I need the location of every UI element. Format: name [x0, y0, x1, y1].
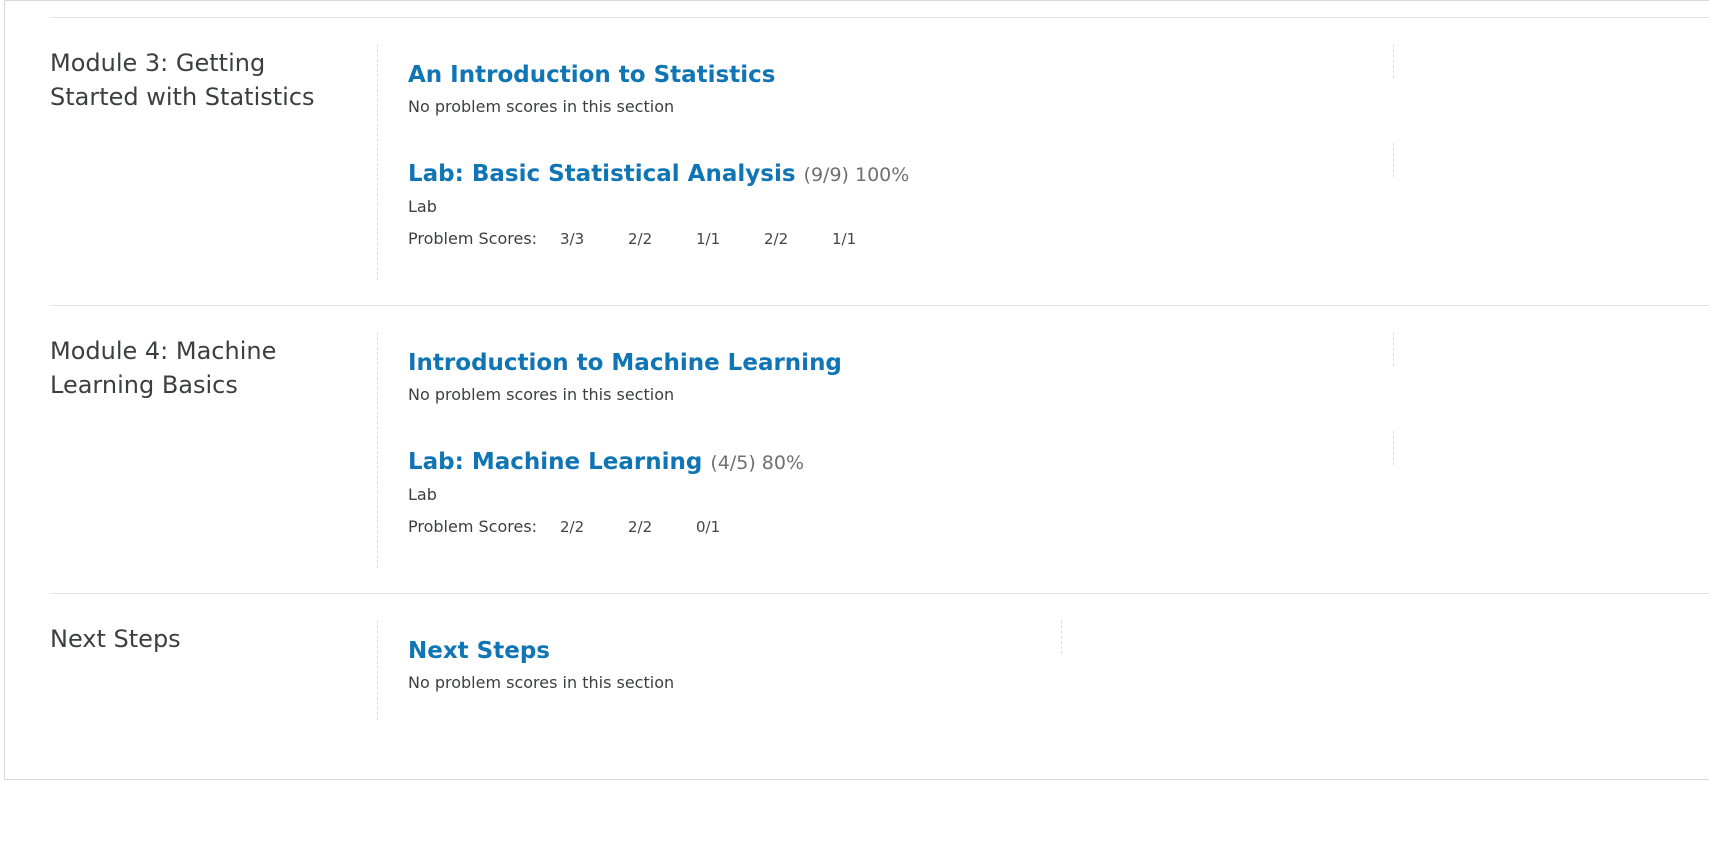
chapter-module-3: Module 3: Getting Started with Statistic… — [50, 17, 1709, 306]
section-link[interactable]: Lab: Basic Statistical Analysis — [408, 161, 796, 187]
section-divider — [1393, 332, 1394, 366]
problem-score: 2/2 — [628, 518, 653, 536]
no-scores-note: No problem scores in this section — [408, 97, 675, 116]
problem-scores-label: Problem Scores: — [408, 517, 538, 536]
section-item: Lab: Machine Learning (4/5) 80% Lab Prob… — [408, 445, 1408, 538]
section-link[interactable]: Introduction to Machine Learning — [408, 350, 842, 376]
no-scores-note: No problem scores in this section — [408, 673, 675, 692]
problem-score: 3/3 — [560, 230, 585, 248]
section-heading: Next Steps — [408, 634, 1408, 668]
problem-score: 1/1 — [832, 230, 857, 248]
section-heading: Introduction to Machine Learning — [408, 346, 1408, 380]
problem-score: 2/2 — [764, 230, 789, 248]
no-scores-note: No problem scores in this section — [408, 385, 675, 404]
section-item: Introduction to Machine Learning No prob… — [408, 346, 1408, 406]
section-heading: An Introduction to Statistics — [408, 58, 1408, 92]
problem-score: 2/2 — [628, 230, 653, 248]
problem-scores-list: 3/3 2/2 1/1 2/2 1/1 — [560, 228, 900, 250]
chapter-title: Next Steps — [50, 625, 181, 653]
chapter-title: Module 4: Machine Learning Basics — [50, 337, 277, 399]
section-type: Lab — [408, 197, 437, 216]
problem-scores-list: 2/2 2/2 0/1 — [560, 516, 764, 538]
chapter-module-4: Module 4: Machine Learning Basics Introd… — [50, 305, 1709, 594]
problem-score: 1/1 — [696, 230, 721, 248]
section-item: Lab: Basic Statistical Analysis (9/9) 10… — [408, 157, 1408, 250]
section-item: Next Steps No problem scores in this sec… — [408, 634, 1408, 694]
problem-scores: Problem Scores: 2/2 2/2 0/1 — [408, 516, 1408, 538]
section-type: Lab — [408, 485, 437, 504]
section-link[interactable]: An Introduction to Statistics — [408, 62, 775, 88]
section-heading: Lab: Machine Learning (4/5) 80% — [408, 445, 1408, 480]
problem-scores-label: Problem Scores: — [408, 229, 538, 248]
chapter-sections: An Introduction to Statistics No problem… — [377, 44, 1394, 280]
chapter-title: Module 3: Getting Started with Statistic… — [50, 49, 315, 111]
section-heading: Lab: Basic Statistical Analysis (9/9) 10… — [408, 157, 1408, 192]
section-divider — [1393, 143, 1394, 177]
section-item: An Introduction to Statistics No problem… — [408, 58, 1408, 118]
section-divider — [1393, 431, 1394, 465]
chapter-sections: Next Steps No problem scores in this sec… — [377, 620, 1062, 720]
problem-score: 0/1 — [696, 518, 721, 536]
chapter-sections: Introduction to Machine Learning No prob… — [377, 332, 1394, 568]
section-divider — [1061, 620, 1062, 654]
section-link[interactable]: Next Steps — [408, 638, 550, 664]
section-score: (4/5) 80% — [710, 452, 805, 474]
section-score: (9/9) 100% — [803, 164, 910, 186]
chapter-next-steps: Next Steps Next Steps No problem scores … — [50, 593, 1709, 764]
problem-scores: Problem Scores: 3/3 2/2 1/1 2/2 1/1 — [408, 228, 1408, 250]
section-divider — [1393, 44, 1394, 78]
section-link[interactable]: Lab: Machine Learning — [408, 449, 702, 475]
problem-score: 2/2 — [560, 518, 585, 536]
